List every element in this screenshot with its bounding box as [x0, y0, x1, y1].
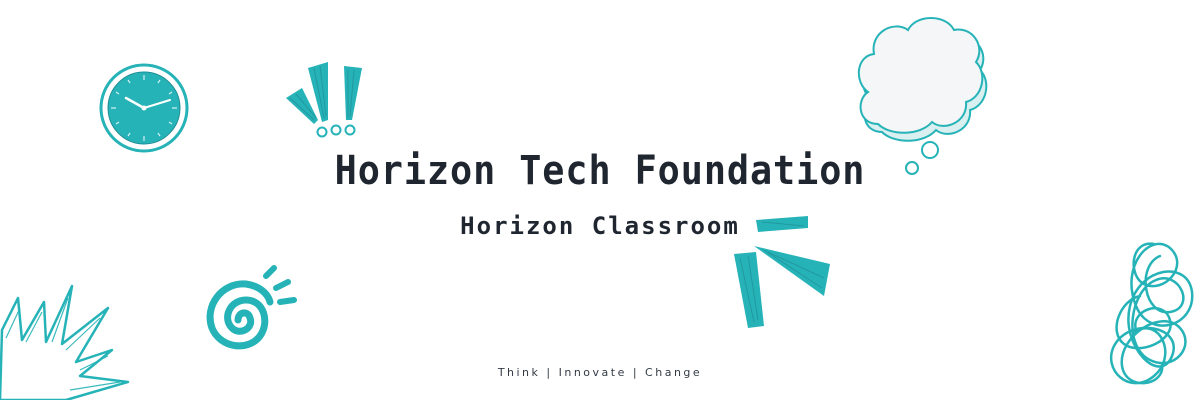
clock-icon [99, 63, 189, 153]
banner-tagline: Think | Innovate | Change [497, 366, 703, 379]
exclamation-marks-icon [286, 62, 362, 138]
banner-title: Horizon Tech Foundation [334, 148, 866, 194]
zigzag-icon [0, 284, 130, 400]
banner: Horizon Tech Foundation Horizon Classroo… [0, 0, 1200, 400]
banner-subtitle: Horizon Classroom [460, 212, 740, 240]
spiral-icon [206, 265, 297, 350]
